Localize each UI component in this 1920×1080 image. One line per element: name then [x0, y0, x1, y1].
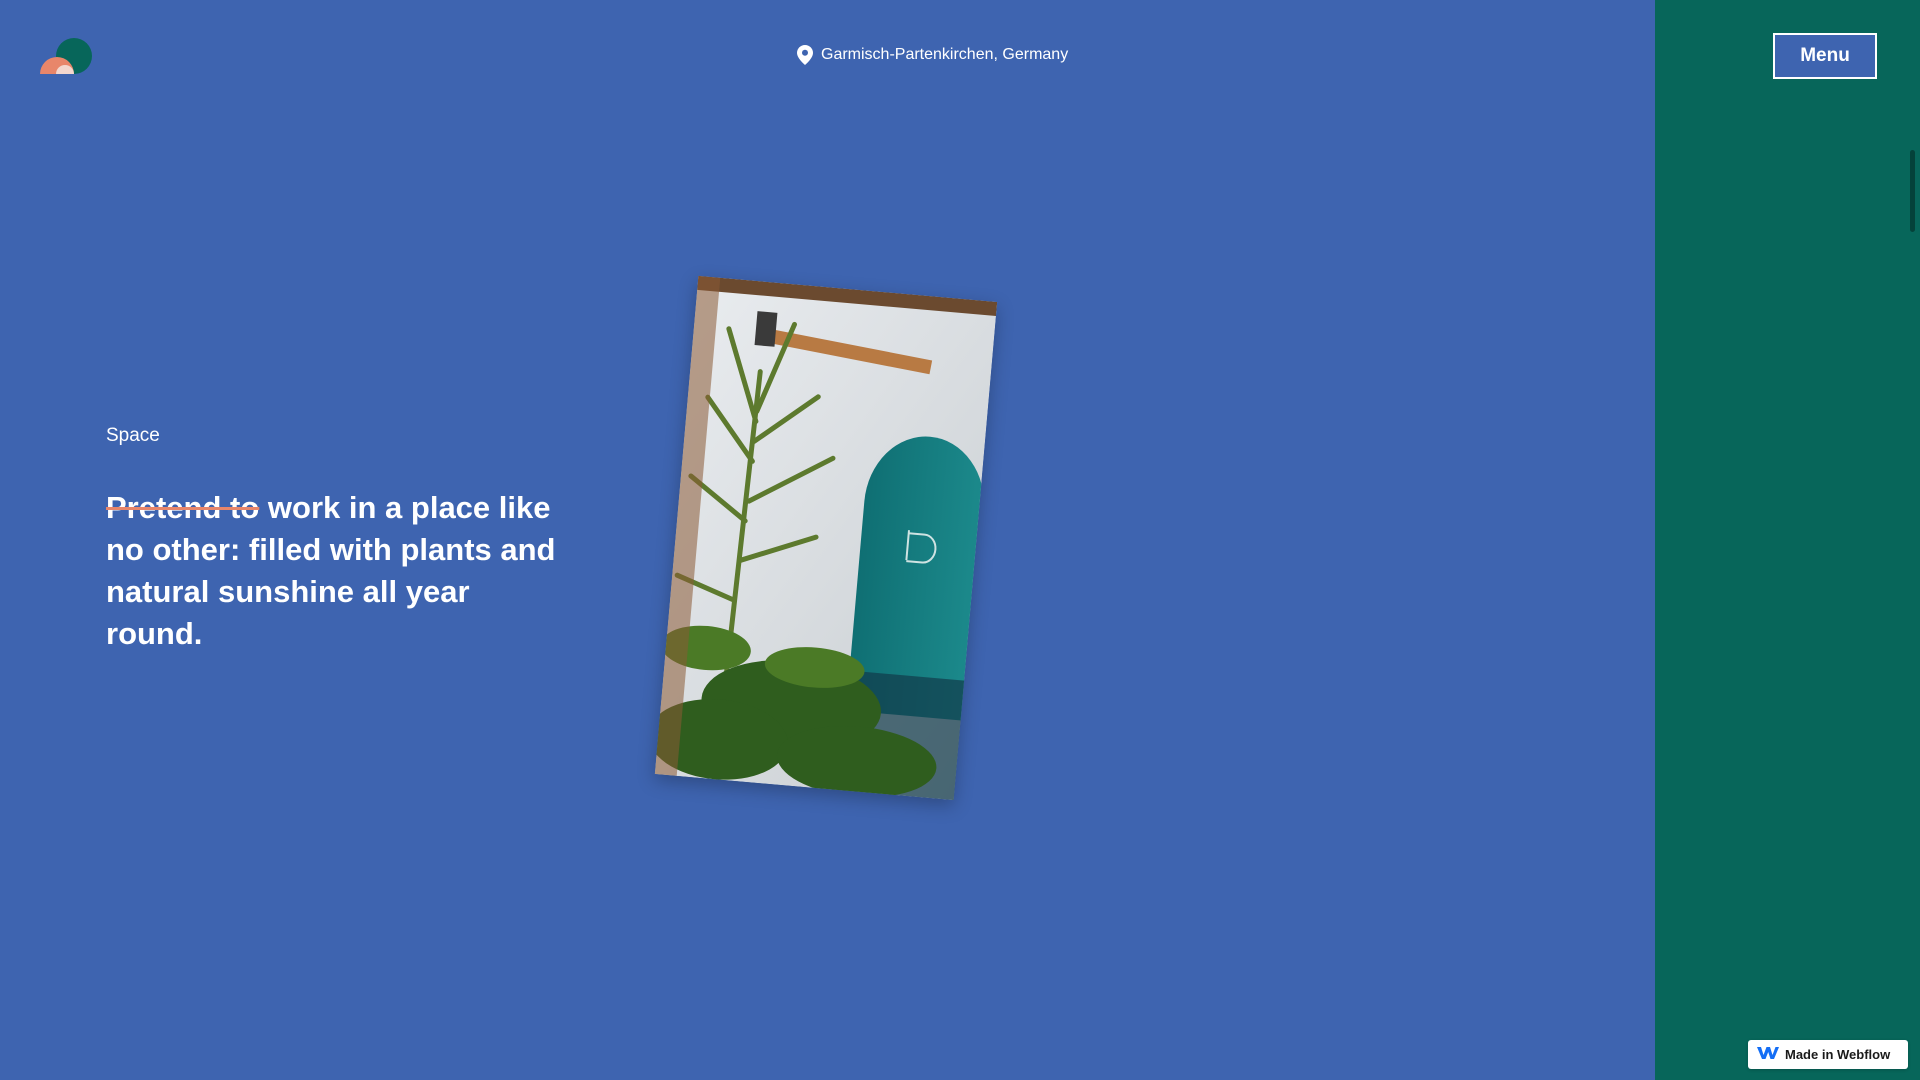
menu-button[interactable]: Menu [1773, 33, 1877, 79]
section-label: Space [106, 425, 160, 446]
scrollbar-thumb[interactable] [1910, 150, 1915, 232]
side-panel [1655, 0, 1920, 1080]
location-text: Garmisch-Partenkirchen, Germany [821, 46, 1069, 63]
brand-logo-icon[interactable] [38, 38, 92, 74]
space-photo [654, 275, 998, 801]
map-pin-icon [797, 45, 813, 65]
location-indicator: Garmisch-Partenkirchen, Germany [797, 45, 1068, 65]
webflow-logo-icon [1757, 1046, 1779, 1063]
made-in-webflow-badge[interactable]: Made in Webflow [1748, 1040, 1908, 1069]
headline: Pretend to work in a place like no other… [106, 487, 566, 655]
page: Garmisch-Partenkirchen, Germany Space Pr… [0, 0, 1920, 1080]
headline-struck-text: Pretend to [106, 490, 260, 525]
webflow-badge-label: Made in Webflow [1785, 1047, 1891, 1062]
main-panel: Garmisch-Partenkirchen, Germany Space Pr… [0, 0, 1655, 1080]
